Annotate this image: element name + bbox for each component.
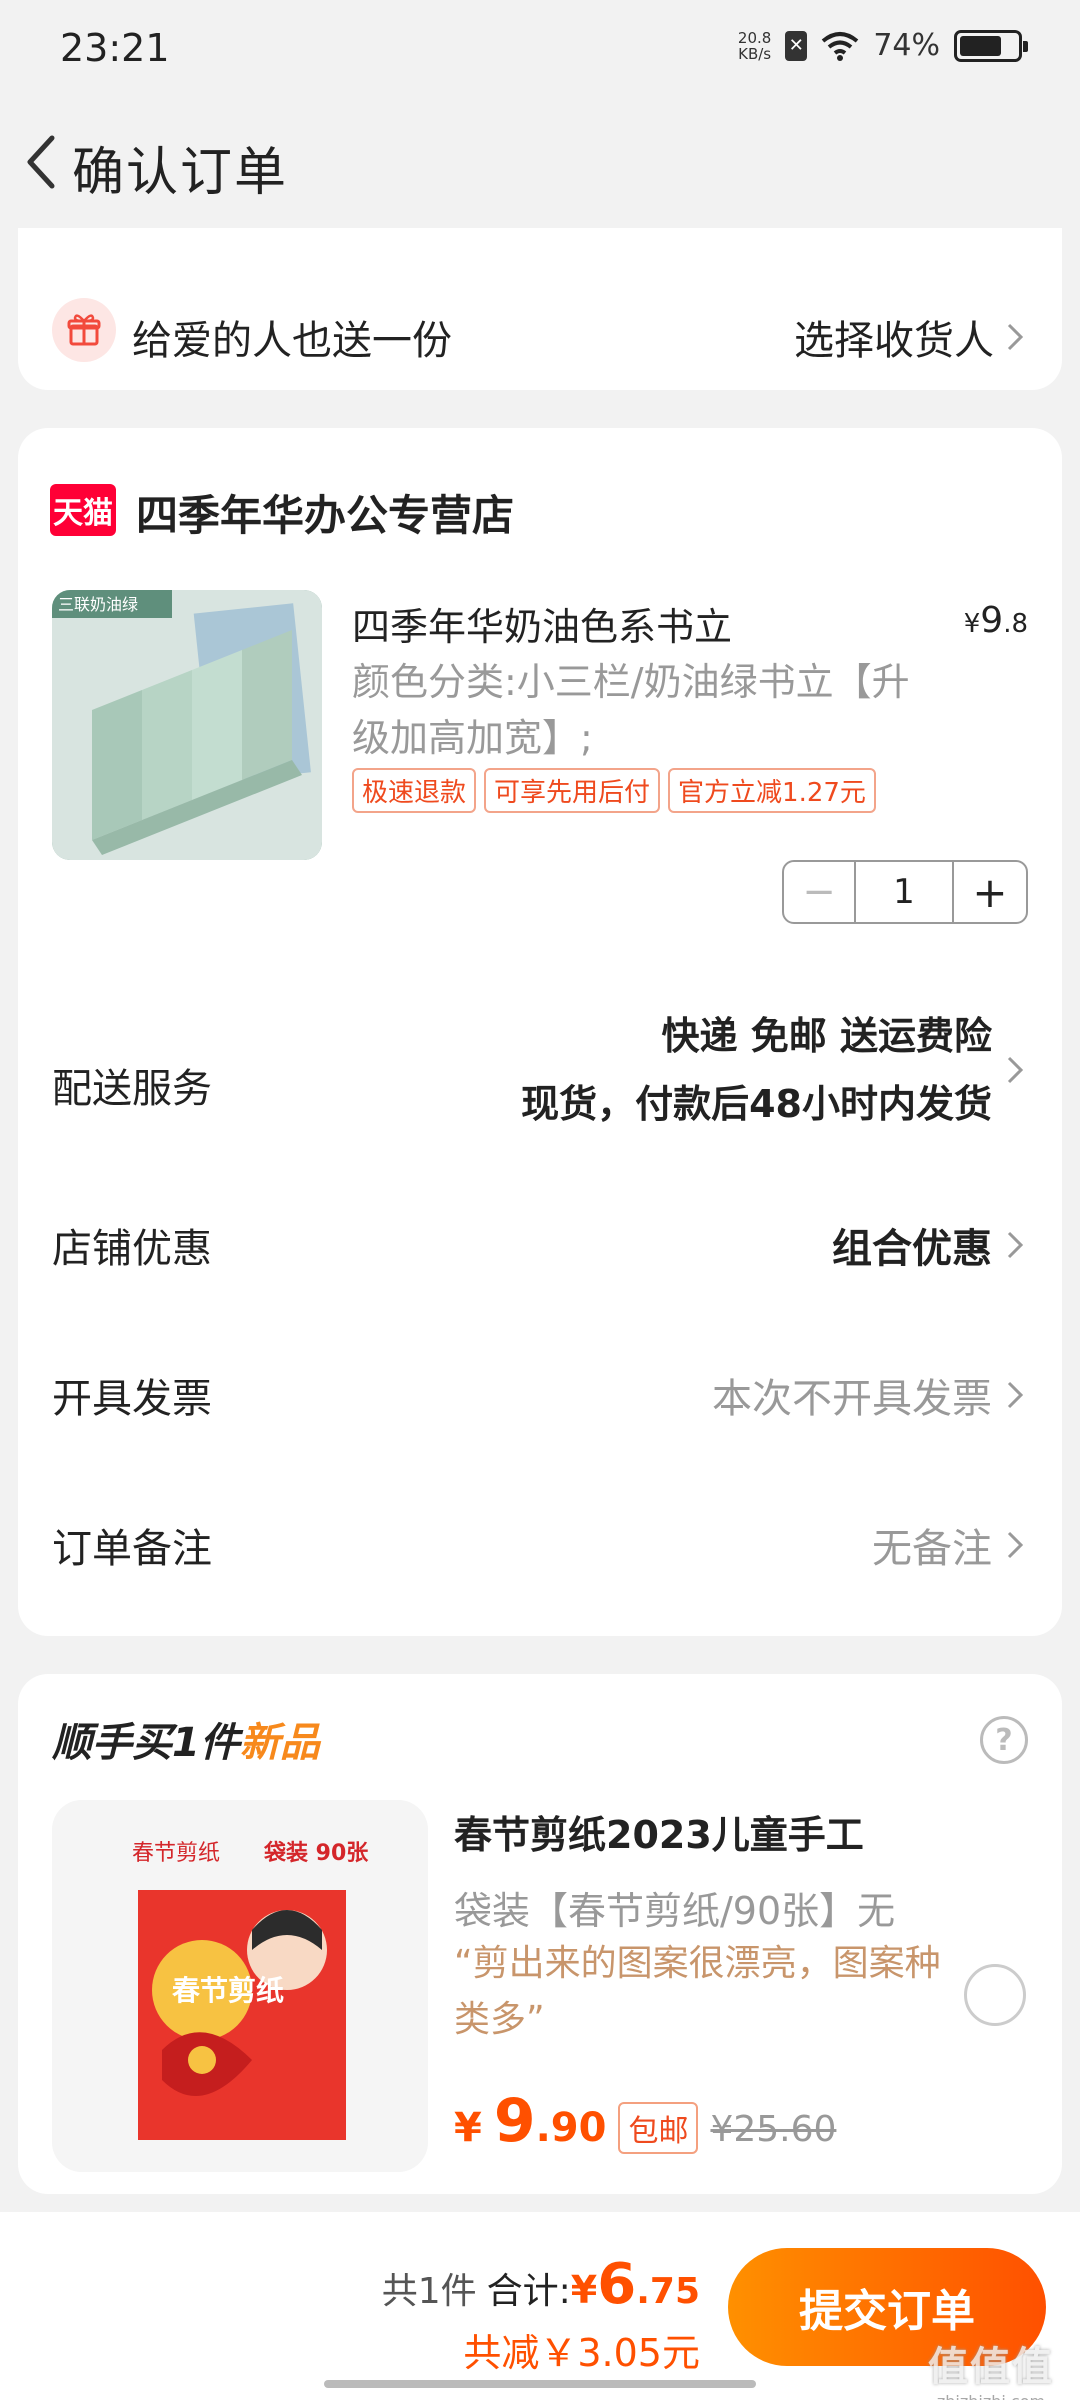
select-recipient-button[interactable]: 选择收货人 xyxy=(794,308,1024,366)
chevron-right-icon xyxy=(1007,1531,1024,1559)
network-speed: 20.8 KB/s xyxy=(737,28,772,63)
product-spec: 颜色分类:小三栏/奶油绿书立【升级加高加宽】; xyxy=(352,660,910,760)
home-indicator[interactable] xyxy=(324,2380,756,2388)
addon-review-quote: “剪出来的图案很漂亮，图案种类多” xyxy=(454,1943,941,2040)
addon-product-name[interactable]: 春节剪纸2023儿童手工 xyxy=(454,1804,864,1859)
addon-card: 顺手买1件新品 ? 春节剪纸 袋装 90张 春节剪纸 春节剪纸2023儿童手工 … xyxy=(18,1674,1062,2194)
delivery-row[interactable]: 快递 免邮 送运费险 现货，付款后48小时内发货 xyxy=(521,1002,1024,1138)
chevron-right-icon xyxy=(1007,1231,1024,1259)
addon-title: 顺手买1件新品 xyxy=(52,1720,320,1766)
note-row[interactable]: 无备注 xyxy=(872,1516,1024,1574)
order-card: 天猫 四季年华办公专营店 三联奶油绿 四季年华奶油色系书立 ¥9.8 颜色分类:… xyxy=(18,428,1062,1636)
total-decimal: .75 xyxy=(636,2271,700,2312)
product-tags: 极速退款 可享先用后付 官方立减1.27元 xyxy=(352,768,876,813)
gift-icon xyxy=(52,298,116,362)
status-bar: 23:21 20.8 KB/s ✕ 74% xyxy=(0,0,1080,100)
tag-pay-later: 可享先用后付 xyxy=(484,768,661,813)
battery-level xyxy=(960,35,1002,56)
bottom-bar: 共1件 合计: ¥ 6 .75 共减￥3.05元 提交订单 值值值 zhizhi… xyxy=(0,2212,1080,2400)
product-price: ¥9.8 xyxy=(963,600,1028,641)
product-name[interactable]: 四季年华奶油色系书立 xyxy=(352,596,732,651)
delivery-info: 快递 免邮 送运费险 现货，付款后48小时内发货 xyxy=(521,1002,992,1138)
tag-official-discount: 官方立减1.27元 xyxy=(668,768,876,813)
chevron-right-icon xyxy=(1007,323,1024,351)
total-symbol: ¥ xyxy=(570,2268,598,2312)
note-value: 无备注 xyxy=(872,1526,992,1572)
chevron-right-icon xyxy=(1007,1056,1024,1084)
shop-discount-row[interactable]: 组合优惠 xyxy=(832,1216,1024,1274)
total-amount: 6 xyxy=(597,2252,637,2317)
store-name[interactable]: 四季年华办公专营店 xyxy=(136,482,514,543)
free-shipping-tag: 包邮 xyxy=(618,2102,699,2154)
total-label: 合计: xyxy=(486,2271,571,2312)
watermark: 值值值 zhizhizhi.com xyxy=(928,2344,1054,2400)
delivery-label: 配送服务 xyxy=(52,1066,212,1112)
tmall-badge: 天猫 xyxy=(50,484,116,536)
chevron-right-icon xyxy=(1007,1381,1024,1409)
shop-discount-label: 店铺优惠 xyxy=(52,1226,212,1272)
status-time: 23:21 xyxy=(60,26,170,70)
addon-price: ¥ 9 .90 包邮 ¥25.60 xyxy=(454,2086,837,2156)
select-recipient-label: 选择收货人 xyxy=(794,318,994,364)
original-price: ¥25.60 xyxy=(710,2109,837,2150)
item-count: 共1件 xyxy=(381,2271,477,2312)
addon-product-spec: 袋装【春节剪纸/90张】无 xyxy=(454,1889,896,1933)
no-sim-icon: ✕ xyxy=(785,30,808,61)
decrease-quantity-button[interactable]: − xyxy=(784,862,856,922)
battery-percent: 74% xyxy=(873,28,940,63)
invoice-row[interactable]: 本次不开具发票 xyxy=(712,1366,1024,1424)
note-label: 订单备注 xyxy=(52,1526,212,1572)
quantity-stepper: − 1 + xyxy=(782,860,1028,924)
header: 确认订单 xyxy=(0,100,1080,224)
tag-fast-refund: 极速退款 xyxy=(352,768,477,813)
invoice-label: 开具发票 xyxy=(52,1376,212,1422)
wifi-icon xyxy=(822,31,859,61)
addon-image-label-right: 袋装 90张 xyxy=(263,1840,369,1866)
product-image[interactable]: 三联奶油绿 xyxy=(52,590,322,860)
back-icon[interactable] xyxy=(14,120,74,200)
gift-label: 给爱的人也送一份 xyxy=(132,318,452,364)
invoice-value: 本次不开具发票 xyxy=(712,1376,992,1422)
product-image-label: 三联奶油绿 xyxy=(58,595,138,614)
quantity-value[interactable]: 1 xyxy=(856,862,954,922)
gift-card[interactable]: 给爱的人也送一份 选择收货人 xyxy=(18,228,1062,390)
page-title: 确认订单 xyxy=(72,143,289,203)
delivery-line-1: 快递 免邮 送运费险 xyxy=(661,1014,992,1058)
addon-product-image[interactable]: 春节剪纸 袋装 90张 春节剪纸 xyxy=(52,1800,428,2172)
shop-discount-value: 组合优惠 xyxy=(832,1226,992,1272)
delivery-line-2: 现货，付款后48小时内发货 xyxy=(521,1082,992,1126)
help-icon[interactable]: ? xyxy=(980,1716,1028,1764)
total-discount: 共减￥3.05元 xyxy=(463,2331,700,2375)
addon-image-label-left: 春节剪纸 xyxy=(132,1841,220,1866)
increase-quantity-button[interactable]: + xyxy=(954,862,1026,922)
battery-icon xyxy=(954,29,1028,62)
status-icons: 20.8 KB/s ✕ 74% xyxy=(737,28,1028,63)
total-line: 共1件 合计: ¥ 6 .75 xyxy=(382,2252,700,2317)
addon-image-cover-text: 春节剪纸 xyxy=(172,1974,284,2007)
addon-select-radio[interactable] xyxy=(964,1964,1026,2026)
